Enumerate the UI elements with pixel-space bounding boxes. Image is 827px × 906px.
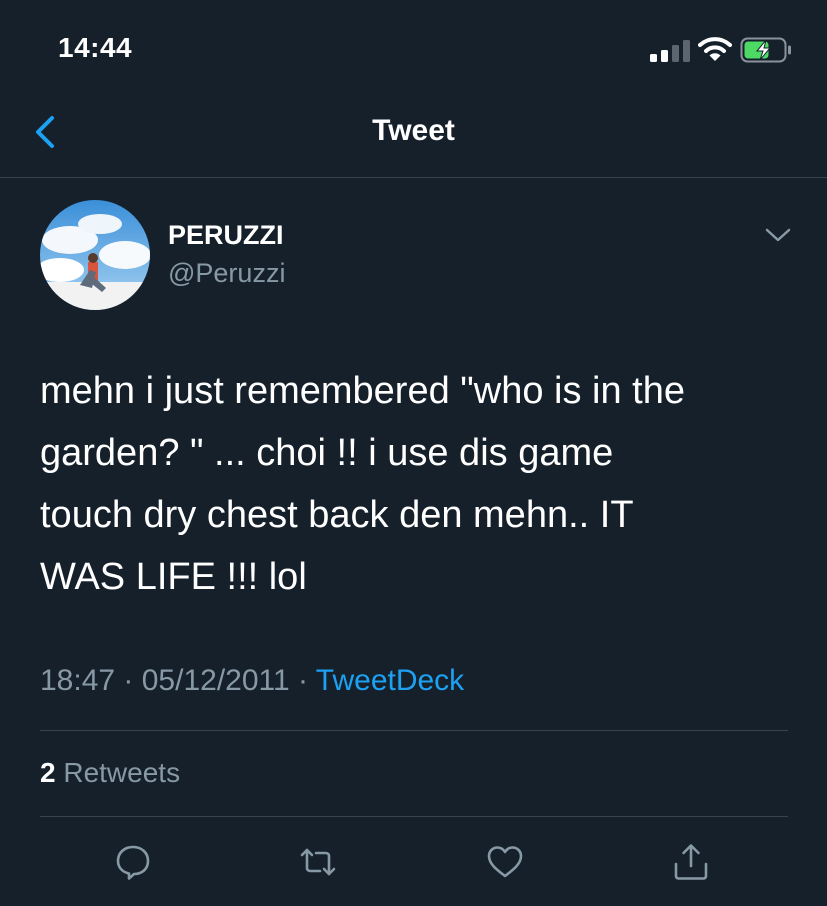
reply-icon[interactable]: [113, 842, 153, 882]
tweet-detail-screen: 14:44 Tweet PERUZZI @Peruzzi mehn i just…: [0, 0, 827, 906]
retweet-label: Retweets: [63, 757, 181, 788]
wifi-icon: [698, 37, 732, 61]
status-bar: 14:44: [0, 0, 827, 90]
tweet-date: 05/12/2011: [141, 664, 290, 697]
tweet-text-line: WAS LIFE !!! lol: [40, 556, 307, 598]
meta-separator: ·: [289, 664, 316, 697]
tweet-text: mehn i just remembered "who is in the ga…: [40, 360, 800, 608]
chevron-down-icon[interactable]: [764, 225, 792, 245]
avatar[interactable]: [40, 200, 150, 310]
status-time: 14:44: [58, 32, 133, 63]
like-icon[interactable]: [485, 842, 525, 882]
divider: [40, 730, 788, 731]
cellular-signal-icon: [650, 40, 690, 62]
meta-separator: ·: [115, 664, 142, 697]
retweets-stat[interactable]: 2 Retweets: [40, 757, 180, 789]
tweet-text-line: touch dry chest back den mehn.. IT: [40, 494, 634, 536]
tweet-time: 18:47: [40, 664, 116, 697]
divider: [40, 816, 788, 817]
tweet-text-line: mehn i just remembered "who is in the: [40, 370, 685, 412]
author-name[interactable]: PERUZZI: [168, 220, 284, 251]
author-handle: @Peruzzi: [168, 258, 286, 288]
retweet-icon[interactable]: [298, 842, 338, 882]
page-title: Tweet: [372, 114, 455, 147]
navigation-bar: Tweet: [0, 90, 827, 178]
battery-charging-icon: [740, 37, 791, 63]
share-icon[interactable]: [671, 842, 711, 882]
tweet-source-link[interactable]: TweetDeck: [316, 664, 464, 697]
retweet-count: 2: [40, 757, 56, 788]
tweet-text-line: garden? " ... choi !! i use dis game: [40, 432, 614, 474]
tweet-meta: 18:47 · 05/12/2011 · TweetDeck: [40, 664, 464, 698]
